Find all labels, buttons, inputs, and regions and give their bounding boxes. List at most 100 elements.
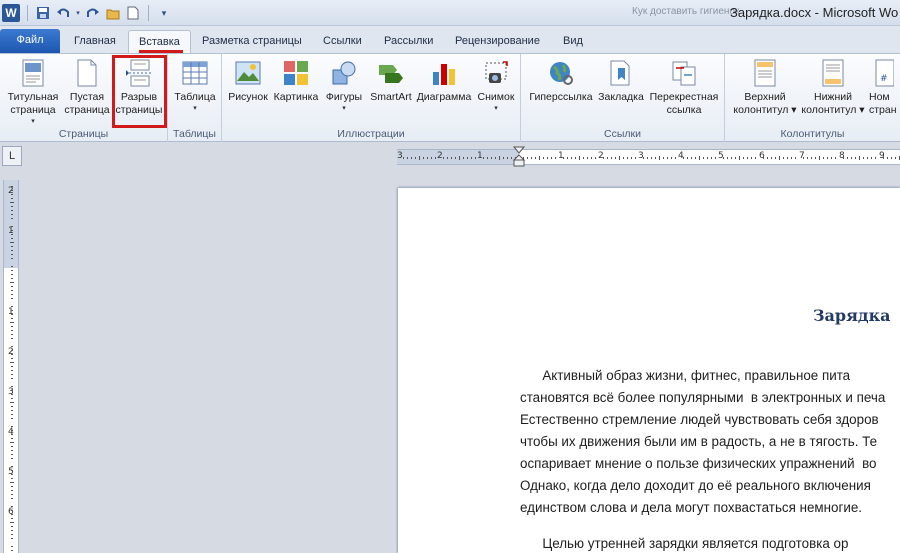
- ruler-number: 4: [678, 151, 684, 161]
- blank-page-label-2: страница: [64, 104, 110, 116]
- ruler-tick: [11, 434, 13, 435]
- ruler-tick: [411, 157, 412, 159]
- ruler-tick: [11, 526, 13, 527]
- ruler-tick: [11, 306, 13, 307]
- shapes-label: Фигуры: [325, 91, 363, 103]
- footer-button[interactable]: Нижний колонтитул ▾: [797, 58, 869, 117]
- group-tables-label: Таблицы: [173, 128, 216, 140]
- ruler-tick: [11, 426, 13, 427]
- ruler-tick: [575, 157, 576, 159]
- save-icon[interactable]: [35, 5, 51, 21]
- ruler-tick: [11, 390, 13, 391]
- table-button[interactable]: Таблица ▾: [170, 58, 220, 113]
- tab-page-layout[interactable]: Разметка страницы: [192, 30, 312, 53]
- ruler-tick: [10, 442, 14, 443]
- ruler-tick: [723, 157, 724, 159]
- tab-home[interactable]: Главная: [64, 30, 126, 53]
- horizontal-ruler[interactable]: 3 2 1 1 2 3 4 5 6 7 8 9: [397, 146, 900, 167]
- picture-button[interactable]: Рисунок: [226, 58, 270, 104]
- bookmark-button[interactable]: Закладка: [595, 58, 647, 104]
- ruler-tick: [739, 156, 740, 160]
- ruler-tick: [459, 156, 460, 160]
- ruler-tick: [10, 402, 14, 403]
- table-icon: [181, 58, 209, 88]
- document-text-line: Однако, когда дело доходит до её реально…: [520, 478, 871, 493]
- ruler-tick: [827, 157, 828, 159]
- ruler-number: 5: [8, 467, 14, 477]
- ruler-tick: [563, 157, 564, 159]
- table-label: Таблица: [174, 91, 216, 103]
- screenshot-button[interactable]: Снимок ▾: [474, 58, 518, 113]
- cover-page-label-2: страница: [10, 104, 56, 116]
- ruler-tick: [11, 266, 13, 267]
- svg-text:#: #: [880, 74, 888, 84]
- ruler-tick: [715, 157, 716, 159]
- tab-file[interactable]: Файл: [0, 29, 60, 53]
- ruler-tick: [11, 238, 13, 239]
- ruler-tick: [635, 157, 636, 159]
- clipart-button[interactable]: Картинка: [270, 58, 322, 104]
- ruler-tick: [10, 482, 14, 483]
- group-links: Гиперссылка Закладка Перекрестная ссылка…: [521, 54, 725, 142]
- group-header-footer-label: Колонтитулы: [780, 128, 845, 140]
- ruler-tick: [11, 246, 13, 247]
- ruler-tick: [743, 157, 744, 159]
- tab-review[interactable]: Рецензирование: [445, 30, 550, 53]
- ruler-tick: [527, 157, 528, 159]
- ruler-tick: [11, 234, 13, 235]
- ruler-tick: [423, 157, 424, 159]
- globe-icon: [547, 58, 575, 88]
- ruler-tick: [871, 157, 872, 159]
- faded-title-text: Кук доставить гигиенок: [632, 6, 740, 17]
- ruler-tick: [543, 157, 544, 159]
- vertical-ruler[interactable]: 2 1 1 2 3 4 5 6: [3, 180, 19, 553]
- smartart-button[interactable]: SmartArt: [366, 58, 416, 104]
- ruler-tick: [11, 430, 13, 431]
- hyperlink-label: Гиперссылка: [529, 91, 593, 103]
- ruler-tick: [791, 157, 792, 159]
- undo-dropdown-icon[interactable]: ▾: [75, 5, 81, 21]
- ruler-tick: [11, 366, 13, 367]
- cover-page-button[interactable]: Титульная страница ▾: [3, 58, 63, 126]
- open-folder-icon[interactable]: [105, 5, 121, 21]
- ruler-tick: [847, 157, 848, 159]
- cross-reference-icon: [670, 58, 698, 88]
- ruler-tick: [699, 156, 700, 160]
- chart-button[interactable]: Диаграмма: [414, 58, 474, 104]
- ruler-tick: [631, 157, 632, 159]
- ruler-tick: [11, 438, 13, 439]
- new-document-icon[interactable]: [125, 5, 141, 21]
- page-number-button[interactable]: # Ном стран: [869, 58, 900, 117]
- ruler-tick: [11, 518, 13, 519]
- bookmark-label: Закладка: [598, 91, 644, 103]
- ruler-tick: [731, 157, 732, 159]
- ruler-tick: [11, 346, 13, 347]
- document-page[interactable]: Зарядка Активный образ жизни, фитнес, пр…: [398, 188, 900, 553]
- redo-icon[interactable]: [85, 5, 101, 21]
- ruler-tick: [587, 157, 588, 159]
- blank-page-button[interactable]: Пустая страница: [62, 58, 112, 117]
- ruler-tick: [11, 386, 13, 387]
- ruler-tick: [407, 157, 408, 159]
- ruler-tick: [783, 157, 784, 159]
- tab-references[interactable]: Ссылки: [313, 30, 372, 53]
- customize-dropdown-icon[interactable]: ▾: [156, 5, 172, 21]
- tab-selector-button[interactable]: L: [2, 146, 22, 166]
- ruler-number: 9: [879, 151, 885, 161]
- ruler-tick: [11, 318, 13, 319]
- hyperlink-button[interactable]: Гиперссылка: [525, 58, 597, 104]
- ruler-tick: [855, 157, 856, 159]
- ruler-tick: [659, 156, 660, 160]
- chevron-down-icon: ▾: [31, 118, 35, 125]
- tab-view[interactable]: Вид: [553, 30, 593, 53]
- cross-reference-button[interactable]: Перекрестная ссылка: [645, 58, 723, 117]
- tab-mailings[interactable]: Рассылки: [374, 30, 443, 53]
- ruler-tick: [787, 157, 788, 159]
- document-text-line: Целью утренней зарядки является подготов…: [520, 536, 849, 551]
- ruler-tick: [11, 458, 13, 459]
- ribbon-tabs: Файл Главная Вставка Разметка страницы С…: [0, 26, 900, 53]
- word-app-icon[interactable]: W: [2, 4, 20, 22]
- header-button[interactable]: Верхний колонтитул ▾: [729, 58, 801, 117]
- shapes-button[interactable]: Фигуры ▾: [322, 58, 366, 113]
- undo-icon[interactable]: [55, 5, 71, 21]
